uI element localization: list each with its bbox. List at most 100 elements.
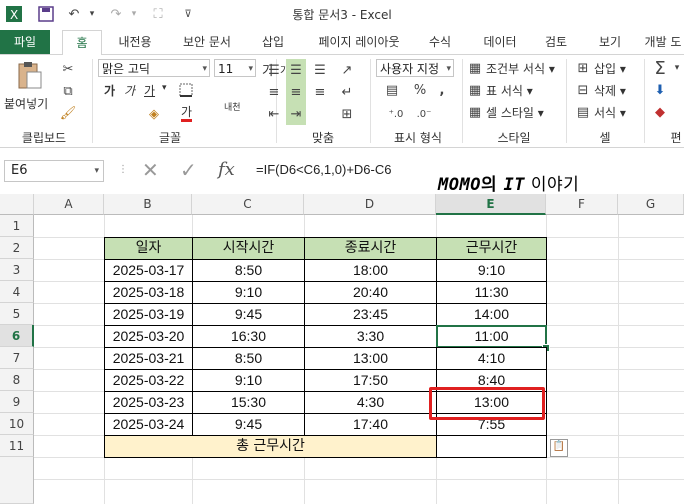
cell-date[interactable]: 2025-03-23 [104, 391, 193, 414]
column-header-g[interactable]: G [618, 194, 684, 215]
tab-file[interactable]: 파일 [0, 30, 50, 54]
autosum-icon[interactable]: Σ [650, 57, 670, 79]
bold-button[interactable]: 가 [104, 82, 115, 99]
delete-cells-button[interactable]: 삭제 ▾ [594, 82, 626, 99]
format-painter-icon[interactable]: 🖌 [58, 103, 78, 123]
cell-styles-button[interactable]: 셀 스타일 ▾ [486, 104, 544, 121]
cell-styles-icon[interactable]: ▦ [466, 103, 484, 121]
column-header-d[interactable]: D [304, 194, 436, 215]
phonetic-button[interactable]: 내천 [224, 103, 241, 113]
accounting-icon[interactable]: ▤ [378, 81, 406, 99]
column-header-f[interactable]: F [546, 194, 618, 215]
column-header-a[interactable]: A [34, 194, 104, 215]
insert-cells-icon[interactable]: ⊞ [574, 59, 592, 77]
cell-end[interactable]: 18:00 [304, 259, 437, 282]
align-right-icon[interactable]: ≡ [310, 83, 330, 101]
tab-review[interactable]: 검토 [536, 30, 576, 54]
font-size-combo[interactable]: 11 ▾ [214, 59, 256, 77]
format-table-button[interactable]: 표 서식 ▾ [486, 82, 533, 99]
cell-date[interactable]: 2025-03-18 [104, 281, 193, 304]
wrap-text-icon[interactable]: ↵ [336, 83, 358, 101]
cell-end[interactable]: 17:50 [304, 369, 437, 392]
cell-start[interactable]: 8:50 [192, 259, 305, 282]
row-header-1[interactable]: 1 [0, 215, 34, 237]
cell-start[interactable]: 9:10 [192, 281, 305, 304]
border-icon[interactable] [176, 81, 196, 99]
cell-start[interactable]: 9:45 [192, 413, 305, 436]
row-header-5[interactable]: 5 [0, 303, 34, 325]
paste-label[interactable]: 붙여넣기 [4, 95, 48, 112]
conditional-format-button[interactable]: 조건부 서식 ▾ [486, 60, 555, 77]
underline-button[interactable]: 가 [144, 82, 155, 99]
selected-cell-e6[interactable]: 11:00 [436, 325, 547, 348]
cell-end[interactable]: 23:45 [304, 303, 437, 326]
select-all-corner[interactable] [0, 194, 34, 215]
align-top-icon[interactable]: ☰ [264, 61, 284, 79]
format-cells-icon[interactable]: ▤ [574, 103, 592, 121]
enter-icon[interactable]: ✓ [180, 158, 197, 182]
cell-start[interactable]: 9:10 [192, 369, 305, 392]
comma-icon[interactable]: , [432, 81, 452, 99]
total-value-cell[interactable] [436, 435, 547, 458]
cell-end[interactable]: 17:40 [304, 413, 437, 436]
worksheet-grid[interactable]: A B C D E F G 1 2 3 4 5 6 7 8 9 10 11 일자… [0, 194, 684, 504]
paste-options-icon[interactable]: 📋 [550, 439, 568, 457]
column-header-c[interactable]: C [192, 194, 304, 215]
cell-date[interactable]: 2025-03-17 [104, 259, 193, 282]
cell-date[interactable]: 2025-03-22 [104, 369, 193, 392]
chevron-down-icon[interactable]: ▾ [162, 83, 167, 93]
cell-end[interactable]: 4:30 [304, 391, 437, 414]
orientation-icon[interactable]: ↗ [336, 61, 358, 79]
increase-decimal-icon[interactable]: ⁺.0 [384, 105, 408, 123]
total-label-cell[interactable]: 총 근무시간 [104, 435, 437, 458]
column-header-e[interactable]: E [436, 194, 546, 215]
format-table-icon[interactable]: ▦ [466, 81, 484, 99]
cell-date[interactable]: 2025-03-20 [104, 325, 193, 348]
font-color-button[interactable]: 가 [181, 105, 193, 122]
cell-date[interactable]: 2025-03-21 [104, 347, 193, 370]
row-header-7[interactable]: 7 [0, 347, 34, 369]
tab-insert[interactable]: 삽입 [252, 30, 294, 54]
row-header-10[interactable]: 10 [0, 413, 34, 435]
font-name-combo[interactable]: 맑은 고딕 ▾ [98, 59, 210, 77]
fill-icon[interactable]: ⬇ [650, 81, 670, 99]
decrease-decimal-icon[interactable]: .0⁻ [412, 105, 436, 123]
tab-developer[interactable]: 개발 도 [642, 30, 684, 54]
header-date[interactable]: 일자 [104, 237, 193, 260]
cell-hours[interactable]: 11:30 [436, 281, 547, 304]
row-header-2[interactable]: 2 [0, 237, 34, 259]
insert-cells-button[interactable]: 삽입 ▾ [594, 60, 626, 77]
paste-icon[interactable] [10, 59, 46, 91]
insert-function-icon[interactable]: fx [218, 159, 235, 180]
cell-end[interactable]: 3:30 [304, 325, 437, 348]
cell-start[interactable]: 9:45 [192, 303, 305, 326]
row-header-6[interactable]: 6 [0, 325, 34, 347]
clear-icon[interactable]: ◆ [650, 103, 670, 121]
header-start[interactable]: 시작시간 [192, 237, 305, 260]
cell-start[interactable]: 15:30 [192, 391, 305, 414]
row-header-8[interactable]: 8 [0, 369, 34, 391]
merge-center-icon[interactable]: ⊞ [336, 105, 358, 123]
fill-color-icon[interactable]: ◈ [144, 105, 164, 123]
tab-page-layout[interactable]: 페이지 레이아웃 [306, 30, 412, 54]
decrease-indent-icon[interactable]: ⇤ [264, 105, 284, 123]
cell-hours[interactable]: 9:10 [436, 259, 547, 282]
format-cells-button[interactable]: 서식 ▾ [594, 104, 626, 121]
tab-home[interactable]: 홈 [62, 30, 102, 56]
cancel-icon[interactable]: ✕ [142, 158, 159, 182]
tab-secure-doc[interactable]: 보안 문서 [172, 30, 242, 54]
cut-icon[interactable]: ✂ [58, 59, 78, 79]
row-header-11[interactable]: 11 [0, 435, 34, 457]
italic-button[interactable]: 가 [124, 82, 135, 99]
percent-icon[interactable]: % [410, 81, 430, 99]
align-middle-icon[interactable]: ☰ [286, 61, 306, 79]
align-left-icon[interactable]: ≡ [264, 83, 284, 101]
header-hours[interactable]: 근무시간 [436, 237, 547, 260]
copy-icon[interactable]: ⧉ [58, 81, 78, 101]
cell-start[interactable]: 8:50 [192, 347, 305, 370]
header-end[interactable]: 종료시간 [304, 237, 437, 260]
tab-formulas[interactable]: 수식 [420, 30, 460, 54]
align-bottom-icon[interactable]: ☰ [310, 61, 330, 79]
cell-date[interactable]: 2025-03-19 [104, 303, 193, 326]
tab-data[interactable]: 데이터 [476, 30, 524, 54]
